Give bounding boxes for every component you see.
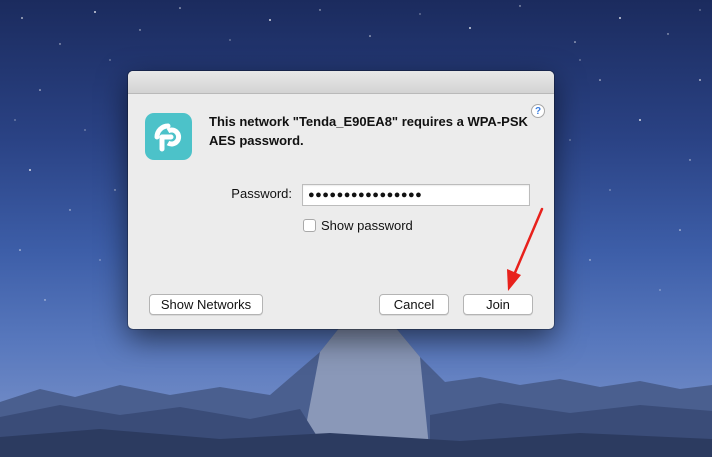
show-networks-button[interactable]: Show Networks (149, 294, 263, 315)
show-password-toggle[interactable]: Show password (303, 217, 413, 233)
show-password-checkbox[interactable] (303, 218, 316, 232)
red-annotation-arrow (507, 207, 544, 291)
password-label: Password: (231, 186, 292, 201)
desktop-background: ? This network "Tenda_E90EA8" requires a… (0, 0, 712, 457)
wifi-password-dialog: ? This network "Tenda_E90EA8" requires a… (128, 71, 554, 329)
show-password-label: Show password (321, 217, 413, 233)
tp-link-icon (145, 113, 192, 160)
help-button[interactable]: ? (531, 104, 545, 118)
dialog-message: This network "Tenda_E90EA8" requires a W… (209, 114, 528, 148)
cancel-button[interactable]: Cancel (379, 294, 449, 315)
password-field[interactable]: ●●●●●●●●●●●●●●●● (302, 184, 530, 206)
dialog-titlebar (128, 71, 554, 94)
